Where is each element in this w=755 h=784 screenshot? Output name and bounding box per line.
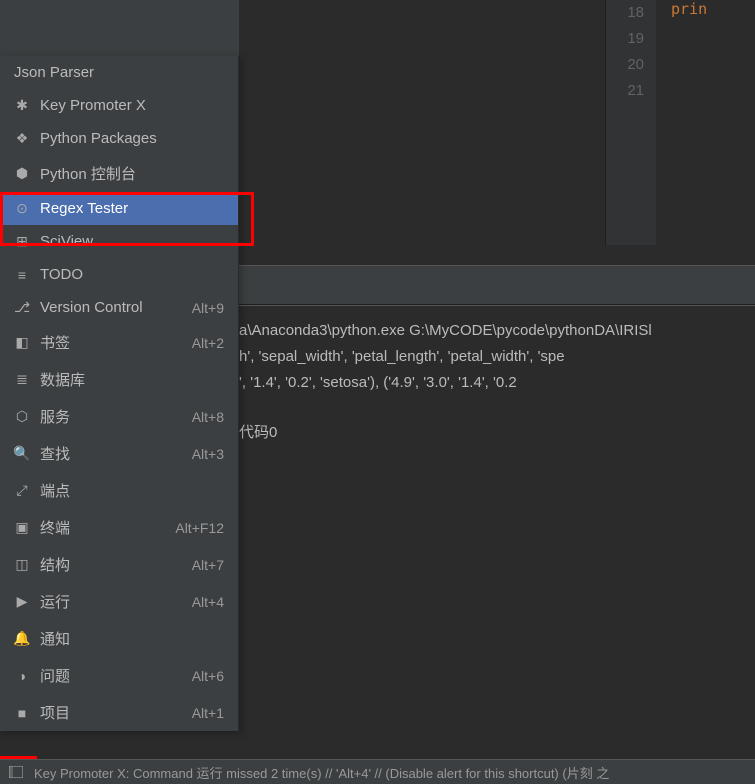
console-line: h', 'sepal_width', 'petal_length', 'peta…: [239, 344, 755, 370]
menu-icon: ▣: [14, 520, 30, 536]
menu-label: 问题: [40, 665, 180, 686]
menu-label: 结构: [40, 554, 180, 575]
menu-icon: ⤢: [14, 483, 30, 499]
menu-item-todo[interactable]: ≡ TODO: [0, 258, 238, 291]
menu-item-数据库[interactable]: ≣ 数据库: [0, 361, 238, 398]
menu-item-服务[interactable]: ⬡ 服务 Alt+8: [0, 398, 238, 435]
menu-icon: ❖: [14, 131, 30, 147]
menu-shortcut: Alt+2: [192, 335, 224, 351]
menu-item-终端[interactable]: ▣ 终端 Alt+F12: [0, 509, 238, 546]
menu-icon: ◧: [14, 335, 30, 351]
line-number: 21: [606, 78, 644, 104]
menu-item-运行[interactable]: ▶ 运行 Alt+4: [0, 583, 238, 620]
menu-label: Python 控制台: [40, 163, 224, 184]
console-exit: 代码0: [239, 420, 755, 446]
code-text[interactable]: prin: [671, 0, 707, 18]
line-number: 19: [606, 26, 644, 52]
menu-item-version-control[interactable]: ⎇ Version Control Alt+9: [0, 291, 238, 324]
menu-label: 运行: [40, 591, 180, 612]
menu-shortcut: Alt+6: [192, 668, 224, 684]
menu-item-regex-tester[interactable]: ⊙ Regex Tester: [0, 192, 238, 225]
menu-label: 书签: [40, 332, 180, 353]
menu-item-通知[interactable]: 🔔 通知: [0, 620, 238, 657]
menu-item-python-packages[interactable]: ❖ Python Packages: [0, 122, 238, 155]
menu-item-项目[interactable]: ■ 项目 Alt+1: [0, 694, 238, 731]
menu-item-端点[interactable]: ⤢ 端点: [0, 472, 238, 509]
menu-label: Regex Tester: [40, 200, 224, 217]
menu-shortcut: Alt+8: [192, 409, 224, 425]
menu-label: 终端: [40, 517, 163, 538]
menu-label: 通知: [40, 628, 224, 649]
menu-icon: ■: [14, 705, 30, 721]
menu-icon: ◑: [14, 668, 30, 684]
console-output[interactable]: a\Anaconda3\python.exe G:\MyCODE\pycode\…: [239, 305, 755, 446]
menu-label: Key Promoter X: [40, 97, 224, 114]
menu-shortcut: Alt+7: [192, 557, 224, 573]
toolbar-divider: [239, 265, 755, 305]
menu-icon: ⎇: [14, 300, 30, 316]
menu-icon: ▶: [14, 594, 30, 610]
window-icon[interactable]: [6, 764, 26, 780]
line-number: 20: [606, 52, 644, 78]
menu-item-结构[interactable]: ◫ 结构 Alt+7: [0, 546, 238, 583]
menu-icon: 🔔: [14, 631, 30, 647]
menu-icon: ⊞: [14, 234, 30, 250]
console-line: a\Anaconda3\python.exe G:\MyCODE\pycode\…: [239, 318, 755, 344]
menu-item-sciview[interactable]: ⊞ SciView: [0, 225, 238, 258]
menu-item-key-promoter-x[interactable]: ✱ Key Promoter X: [0, 89, 238, 122]
menu-item-问题[interactable]: ◑ 问题 Alt+6: [0, 657, 238, 694]
menu-label: 数据库: [40, 369, 224, 390]
menu-label: SciView: [40, 233, 224, 250]
menu-icon: ≡: [14, 267, 30, 283]
menu-item-python-控制台[interactable]: ⬢ Python 控制台: [0, 155, 238, 192]
menu-header[interactable]: Json Parser: [0, 56, 238, 89]
menu-item-查找[interactable]: 🔍 查找 Alt+3: [0, 435, 238, 472]
tool-window-menu[interactable]: Json Parser ✱ Key Promoter X ❖ Python Packa…: [0, 56, 239, 731]
menu-label: 服务: [40, 406, 180, 427]
line-number: 18: [606, 0, 644, 26]
menu-shortcut: Alt+4: [192, 594, 224, 610]
menu-shortcut: Alt+1: [192, 705, 224, 721]
menu-icon: ⊙: [14, 201, 30, 217]
console-line: ', '1.4', '0.2', 'setosa'), ('4.9', '3.0…: [239, 370, 755, 396]
menu-label: 查找: [40, 443, 180, 464]
menu-shortcut: Alt+9: [192, 300, 224, 316]
menu-icon: ◫: [14, 557, 30, 573]
menu-shortcut: Alt+3: [192, 446, 224, 462]
menu-label: Python Packages: [40, 130, 224, 147]
menu-icon: ⬢: [14, 166, 30, 182]
menu-item-书签[interactable]: ◧ 书签 Alt+2: [0, 324, 238, 361]
menu-icon: ⬡: [14, 409, 30, 425]
editor-area: 18 19 20 21 prin: [605, 0, 755, 245]
menu-icon: 🔍: [14, 446, 30, 462]
menu-label: 端点: [40, 480, 224, 501]
menu-label: 项目: [40, 702, 180, 723]
status-bar[interactable]: Key Promoter X: Command 运行 missed 2 time…: [0, 759, 755, 784]
status-text: Key Promoter X: Command 运行 missed 2 time…: [34, 763, 609, 782]
menu-icon: ✱: [14, 98, 30, 114]
line-gutter: 18 19 20 21: [606, 0, 656, 245]
menu-icon: ≣: [14, 372, 30, 388]
menu-label: TODO: [40, 266, 224, 283]
menu-label: Version Control: [40, 299, 180, 316]
menu-shortcut: Alt+F12: [175, 520, 224, 536]
